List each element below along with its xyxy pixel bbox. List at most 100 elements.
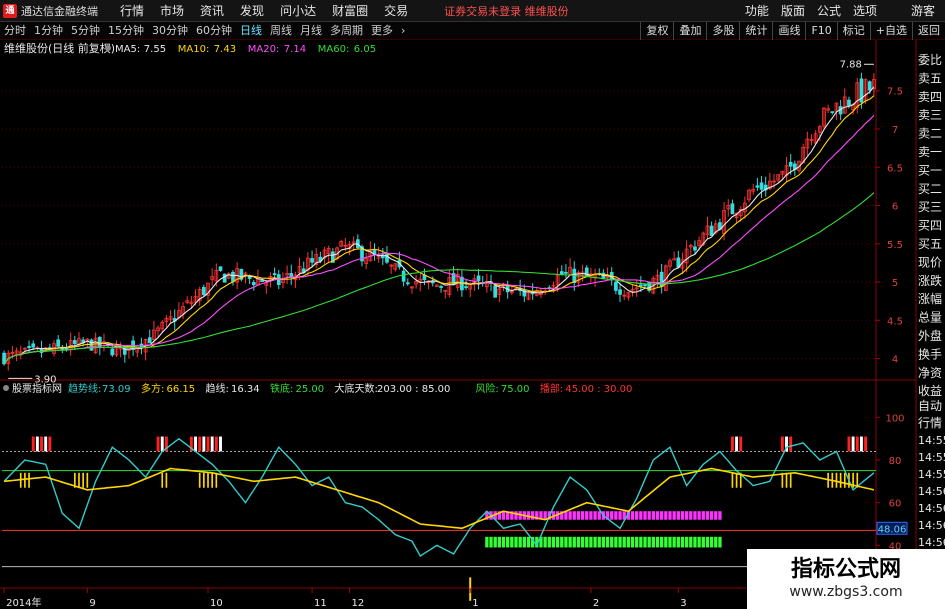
- trade-login-notice[interactable]: 证券交易未登录 维维股份: [444, 3, 569, 19]
- indicator-legend: 股票指标网 趋势线: 73.09 多方: 66.15 趋线: 16.34 铁底: 25.00 大底…: [3, 382, 632, 395]
- magenta-zone-bar: [580, 511, 585, 520]
- period-tab-1[interactable]: 1分钟: [30, 22, 67, 40]
- period-tab-7[interactable]: 周线: [266, 22, 296, 40]
- menu-item-4[interactable]: 问小达: [272, 0, 324, 22]
- tool-button-1[interactable]: 叠加: [673, 21, 706, 40]
- tool-button-0[interactable]: 复权: [640, 21, 673, 40]
- indicator-settings-icon[interactable]: [3, 385, 9, 391]
- candle-body[interactable]: [672, 258, 677, 261]
- candle-body[interactable]: [201, 286, 206, 296]
- candle-body[interactable]: [867, 81, 872, 91]
- candle-body[interactable]: [72, 340, 77, 345]
- guest-user[interactable]: 游客: [905, 0, 941, 22]
- candle-body[interactable]: [272, 273, 277, 276]
- candle-body[interactable]: [618, 289, 622, 295]
- right-menu-item-0[interactable]: 功能: [739, 0, 775, 22]
- indicator-legend-label: 铁底:: [270, 382, 293, 395]
- period-tab-4[interactable]: 30分钟: [148, 22, 192, 40]
- candle-body[interactable]: [693, 246, 697, 251]
- candle-body[interactable]: [493, 285, 498, 298]
- magenta-zone-bar: [643, 511, 647, 520]
- period-tab-0[interactable]: 分时: [0, 22, 30, 40]
- candle-body[interactable]: [380, 255, 385, 259]
- period-tab-9[interactable]: 多周期: [326, 22, 367, 40]
- menu-item-6[interactable]: 交易: [376, 0, 416, 22]
- buy-signal-tick: [165, 472, 168, 488]
- candle-body[interactable]: [405, 282, 410, 285]
- candle-body[interactable]: [430, 281, 435, 284]
- tool-button-3[interactable]: 统计: [739, 21, 772, 40]
- period-tab-8[interactable]: 月线: [296, 22, 326, 40]
- candle-body[interactable]: [310, 258, 314, 263]
- period-tab-5[interactable]: 60分钟: [192, 22, 236, 40]
- chart-area[interactable]: 4 4.5 5 5.5 6 6.5 7 7.5 7.88 3.90 维维股份(日线 前复权) MA5:…: [0, 40, 945, 609]
- candle-body[interactable]: [439, 286, 443, 288]
- chart-tool-buttons: 复权 叠加 多股 统计 画线 F10 标记 +自选 返回: [640, 21, 945, 40]
- menu-item-0[interactable]: 行情: [112, 0, 152, 22]
- candle-body[interactable]: [830, 111, 835, 114]
- menu-item-2[interactable]: 资讯: [192, 0, 232, 22]
- ma-legend-value: 7.14: [284, 44, 306, 55]
- stock-label: 维维股份(日线 前复权): [4, 41, 115, 55]
- candle-body[interactable]: [222, 273, 227, 283]
- candle-body[interactable]: [56, 339, 61, 347]
- indicator-legend-value: 45.00 : 30.00: [565, 384, 632, 395]
- period-tab-2[interactable]: 5分钟: [67, 22, 104, 40]
- candle-body[interactable]: [401, 270, 406, 282]
- period-tab-11[interactable]: ›: [397, 22, 409, 40]
- period-tab-10[interactable]: 更多: [367, 22, 397, 40]
- candle-body[interactable]: [476, 275, 481, 281]
- candle-body[interactable]: [709, 225, 714, 237]
- tool-button-7[interactable]: +自选: [869, 21, 912, 40]
- candle-body[interactable]: [289, 273, 294, 277]
- indicator-legend-label: 趋势线:: [68, 382, 101, 395]
- green-zone-bar: [664, 536, 668, 548]
- candle-body[interactable]: [755, 185, 760, 188]
- tool-button-8[interactable]: 返回: [912, 21, 945, 40]
- candle-body[interactable]: [147, 337, 152, 344]
- candle-body[interactable]: [614, 281, 618, 291]
- candle-body[interactable]: [31, 343, 36, 348]
- right-menu-item-3[interactable]: 选项: [847, 0, 883, 22]
- period-tab-6[interactable]: 日线: [236, 22, 266, 40]
- candle-body[interactable]: [464, 286, 468, 289]
- menu-item-3[interactable]: 发现: [232, 0, 272, 22]
- candle-body[interactable]: [110, 348, 115, 356]
- tick-time-label: 14:55: [918, 434, 945, 447]
- menu-item-1[interactable]: 市场: [152, 0, 192, 22]
- price-tick-label: 5: [892, 278, 898, 289]
- tool-button-5[interactable]: F10: [805, 21, 836, 40]
- candle-body[interactable]: [564, 271, 568, 274]
- candle-body[interactable]: [788, 161, 793, 167]
- magenta-zone-bar: [614, 511, 618, 520]
- candles[interactable]: [2, 72, 876, 371]
- candle-body[interactable]: [218, 266, 223, 271]
- right-menu-item-1[interactable]: 版面: [775, 0, 811, 22]
- right-menu-item-2[interactable]: 公式: [811, 0, 847, 22]
- magenta-zone-bar: [593, 511, 597, 520]
- right-menu: 功能 版面 公式 选项 游客: [739, 0, 941, 22]
- candle-body[interactable]: [847, 99, 851, 106]
- candle-body[interactable]: [730, 203, 735, 215]
- tool-button-6[interactable]: 标记: [836, 21, 870, 40]
- tool-button-2[interactable]: 多股: [706, 21, 739, 40]
- menu-item-5[interactable]: 财富圈: [324, 0, 376, 22]
- candle-body[interactable]: [643, 284, 647, 287]
- indicator-tick-label: 60: [889, 499, 902, 510]
- buy-signal-tick: [843, 472, 846, 488]
- candle-body[interactable]: [251, 282, 256, 286]
- quote-field-label: 涨跌: [918, 273, 942, 288]
- legend-settings-icon[interactable]: [105, 45, 111, 51]
- green-zone-bar: [522, 536, 526, 548]
- candle-body[interactable]: [89, 339, 94, 351]
- candle-body[interactable]: [260, 280, 264, 282]
- candle-body[interactable]: [231, 271, 235, 282]
- tool-button-4[interactable]: 画线: [772, 21, 805, 40]
- kline-chart[interactable]: 44.555.566.577.57.883.90维维股份(日线 前复权) MA5:…: [0, 40, 945, 609]
- period-tab-3[interactable]: 15分钟: [104, 22, 148, 40]
- candle-body[interactable]: [638, 284, 643, 287]
- candle-body[interactable]: [759, 182, 764, 190]
- magenta-zone-bar: [568, 511, 572, 520]
- sell-signal-tick: [735, 436, 739, 452]
- candle-body[interactable]: [27, 346, 31, 348]
